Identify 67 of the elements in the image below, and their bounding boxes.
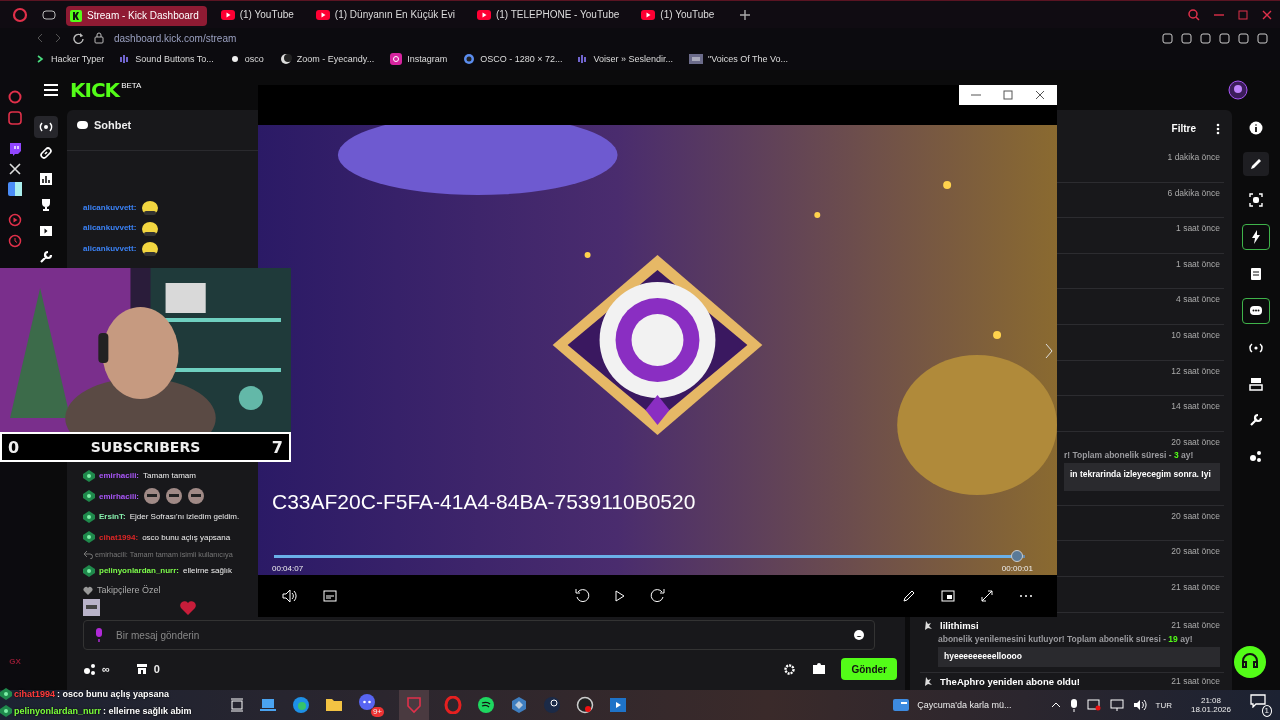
overlay-message: : osco bunu açlış yapsana (57, 688, 170, 699)
send-button[interactable]: Gönder (841, 658, 897, 680)
browser-tab[interactable]: (1) Dünyanın En Küçük Evi (311, 4, 463, 25)
event-time: 1 dakika önce (1167, 152, 1220, 162)
browser-tab[interactable]: (1) YouTube (637, 4, 723, 25)
event-time: 21 saat önce (1171, 620, 1220, 631)
event-time: 10 saat önce (1171, 329, 1220, 340)
browser-tab[interactable]: Stream - Kick Dashboard (66, 5, 207, 26)
clock-date[interactable]: 18.01.2026 (1190, 705, 1231, 714)
event-time: 6 dakika önce (1167, 187, 1220, 198)
news-widget[interactable]: Çaycuma'da karla mü... (917, 700, 1012, 710)
chat-username[interactable]: emirhacili: (99, 471, 139, 481)
event-time: 4 saat önce (1176, 294, 1220, 305)
address-field[interactable]: dashboard.kick.com/stream (114, 32, 237, 44)
event-time: 12 saat önce (1171, 365, 1220, 376)
followers-only-label: Takipçilere Özel (97, 585, 161, 595)
counter-label: SUBSCRIBERS (90, 439, 201, 455)
chat-message: Tamam tamam (143, 471, 196, 481)
overlay-message: : elleirne sağlık abim (103, 705, 192, 716)
counter-value: 0 (8, 437, 20, 457)
chat-message: Ejder Sofrası'nı izledim geldim. (129, 512, 240, 522)
event-note: r! Toplam abonelik süresi - 3 ay! (1064, 449, 1195, 460)
event-message: hyeeeeeeeeelloooo (938, 646, 1220, 667)
chat-message: osco bunu açlış yapsana (142, 532, 231, 542)
message-input[interactable]: Bir mesaj gönderin (114, 628, 844, 642)
bookmark[interactable]: OSCO - 1280 × 72... (463, 53, 563, 65)
notification-button[interactable]: 1 (1250, 693, 1272, 717)
event-time: 20 saat önce (1171, 510, 1220, 521)
language-indicator[interactable]: TUR (1155, 700, 1172, 710)
chat-username[interactable]: emirhacili: (99, 491, 139, 501)
filter-button[interactable]: Filtre (1171, 123, 1196, 134)
bookmark[interactable]: Voiser » Seslendir... (578, 54, 673, 64)
browser-tab[interactable]: (1) YouTube (216, 4, 302, 25)
bookmark[interactable]: Instagram (390, 53, 448, 65)
bookmark[interactable]: "Voices Of The Vo... (689, 54, 789, 64)
chat-username[interactable]: alicankuvvett: (83, 223, 137, 233)
event-time: 1 saat önce (1176, 223, 1220, 234)
event-time: 14 saat önce (1171, 401, 1220, 412)
event-time: 21 saat önce (1171, 676, 1220, 687)
chat-username[interactable]: ErsinT: (99, 512, 126, 522)
event-time: 20 saat önce (1171, 436, 1220, 447)
chat-username[interactable]: alicankuvvett: (83, 202, 137, 212)
overlay-username: cihat1994 (14, 688, 56, 699)
chat-username[interactable]: alicankuvvett: (83, 243, 137, 253)
event-message: in tekrarinda izleyecegim sonra. Iyi (1064, 462, 1220, 491)
browser-tab[interactable]: (1) TELEPHONE - YouTube (472, 4, 628, 25)
bookmark[interactable]: Zoom - Eyecandy... (279, 53, 375, 65)
bookmark[interactable]: Hacker Typer (36, 54, 105, 64)
beta-label: BETA (121, 80, 142, 90)
points-count: ∞ (102, 663, 110, 675)
event-title: TheAphro yeniden abone oldu! (940, 675, 1080, 687)
event-note: abonelik yenilemesini kutluyor! Toplam abonelik süresi - 19 ay! (938, 633, 1194, 644)
event-time: 21 saat önce (1171, 581, 1220, 592)
event-time: 1 saat önce (1176, 258, 1220, 269)
store-count: 0 (153, 663, 160, 675)
chat-message: elleirne sağlık (183, 566, 232, 576)
message-field[interactable]: Bir mesaj gönderin (83, 620, 875, 650)
event-username: lilithimsi (940, 619, 979, 631)
chat-username[interactable]: pelinyonlardan_nurr: (99, 566, 179, 576)
chat-username[interactable]: cihat1994: (99, 532, 139, 542)
bookmark[interactable]: osco (229, 54, 264, 64)
bookmark[interactable]: Sound Buttons To... (120, 54, 214, 64)
event-time: 20 saat önce (1171, 546, 1220, 557)
chat-title: Sohbet (94, 119, 132, 131)
kick-logo[interactable]: KICK (70, 78, 120, 102)
clock-time[interactable]: 21:08 (1200, 696, 1221, 705)
overlay-username: pelinyonlardan_nurr (14, 705, 102, 716)
